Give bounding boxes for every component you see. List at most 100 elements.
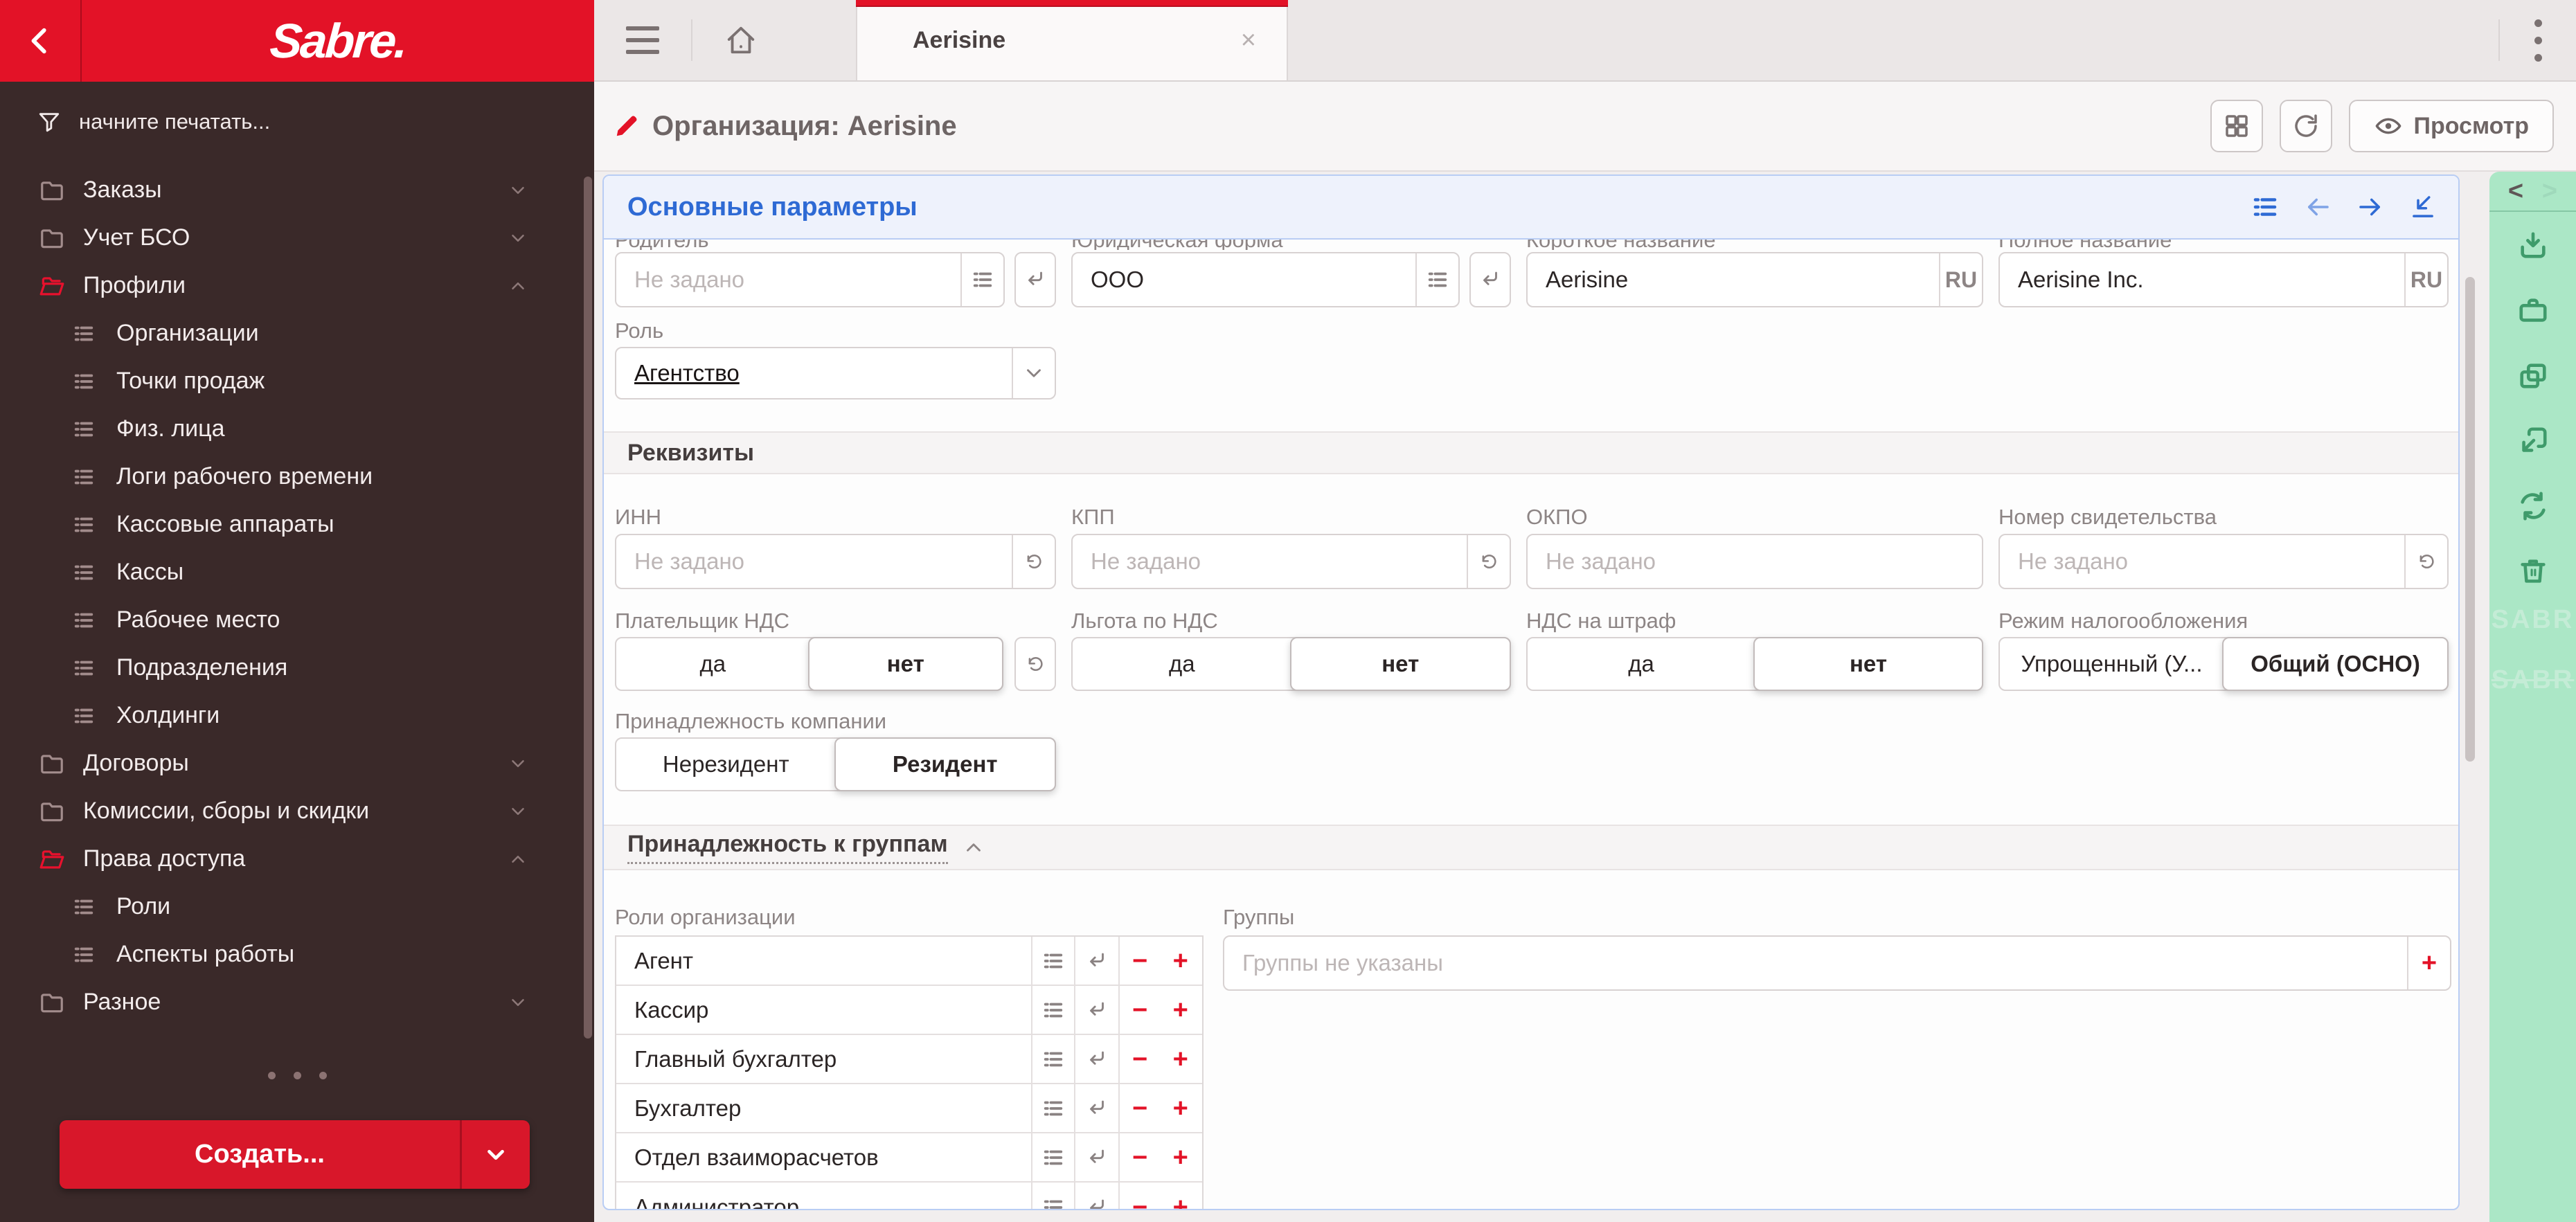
return-cell[interactable] (1074, 1035, 1118, 1083)
menu-suffix[interactable] (1415, 253, 1458, 306)
list-view-icon[interactable] (2251, 192, 2280, 222)
kebab-menu-button[interactable] (2500, 0, 2576, 80)
create-button[interactable]: Создать... (60, 1120, 460, 1189)
sidebar-item-orders[interactable]: Заказы (0, 166, 594, 214)
menu-cell[interactable] (1031, 1084, 1074, 1132)
toggle-option-yes[interactable]: да (616, 638, 810, 690)
groups-field[interactable]: + (1223, 935, 2451, 991)
add-button[interactable]: + (1161, 986, 1201, 1034)
undo-suffix[interactable] (1012, 535, 1055, 588)
sidebar-item-work-aspects[interactable]: Аспекты работы (0, 931, 594, 978)
home-button[interactable] (692, 0, 789, 80)
role-select[interactable]: Агентство (615, 347, 1056, 399)
export-icon[interactable] (2517, 425, 2549, 457)
menu-cell[interactable] (1031, 1183, 1074, 1209)
full-name-input[interactable] (2000, 253, 2404, 306)
sidebar-item-cash-desks[interactable]: Кассы (0, 548, 594, 596)
okpo-input[interactable] (1528, 535, 1982, 588)
remove-button[interactable]: − (1120, 1035, 1161, 1083)
return-cell[interactable] (1074, 937, 1118, 985)
collapse-sidebar-button[interactable] (0, 0, 82, 82)
toggle-option-no[interactable]: нет (1753, 637, 1983, 691)
trash-icon[interactable] (2517, 555, 2549, 587)
legal-form-input[interactable] (1073, 253, 1415, 306)
sidebar-item-workplace[interactable]: Рабочее место (0, 596, 594, 644)
full-name-field[interactable]: RU (1998, 252, 2449, 307)
remove-button[interactable]: − (1120, 1084, 1161, 1132)
create-dropdown-button[interactable] (460, 1120, 530, 1189)
tab-aerisine[interactable]: Aerisine × (856, 0, 1288, 80)
sidebar-item-points-of-sale[interactable]: Точки продаж (0, 357, 594, 405)
groups-input[interactable] (1224, 937, 2407, 989)
cert-input[interactable] (2000, 535, 2404, 588)
add-button[interactable]: + (1161, 1183, 1201, 1209)
menu-button[interactable] (594, 0, 691, 80)
cert-field[interactable] (1998, 534, 2449, 589)
remove-button[interactable]: − (1120, 1183, 1161, 1209)
toggle-option-general[interactable]: Общий (ОСНО) (2222, 637, 2449, 691)
short-name-input[interactable] (1528, 253, 1939, 306)
return-cell[interactable] (1074, 986, 1118, 1034)
toggle-option-nonresident[interactable]: Нерезидент (616, 739, 836, 790)
menu-cell[interactable] (1031, 937, 1074, 985)
copy-icon[interactable] (2517, 360, 2549, 392)
okpo-field[interactable] (1526, 534, 1983, 589)
add-group-suffix[interactable]: + (2407, 937, 2450, 989)
toggle-option-yes[interactable]: да (1073, 638, 1291, 690)
save-icon[interactable] (2517, 230, 2549, 262)
sidebar-item-organizations[interactable]: Организации (0, 309, 594, 357)
toggle-option-no[interactable]: нет (808, 637, 1004, 691)
short-name-field[interactable]: RU (1526, 252, 1983, 307)
briefcase-icon[interactable] (2517, 295, 2549, 327)
sidebar-item-cash-machines[interactable]: Кассовые аппараты (0, 501, 594, 548)
menu-cell[interactable] (1031, 1133, 1074, 1181)
lang-badge[interactable]: RU (2404, 253, 2447, 306)
inn-field[interactable] (615, 534, 1056, 589)
create-split-button[interactable]: Создать... (60, 1120, 530, 1189)
view-button[interactable]: Просмотр (2349, 100, 2554, 152)
sidebar-item-access-rights[interactable]: Права доступа (0, 835, 594, 883)
add-button[interactable]: + (1161, 1084, 1201, 1132)
content-scrollbar[interactable] (2465, 277, 2475, 762)
kpp-input[interactable] (1073, 535, 1467, 588)
section-title[interactable]: Принадлежность к группам (627, 831, 948, 864)
arrow-left-icon[interactable] (2303, 192, 2332, 222)
menu-cell[interactable] (1031, 1035, 1074, 1083)
refresh-button[interactable] (2280, 100, 2332, 152)
sidebar-item-divisions[interactable]: Подразделения (0, 644, 594, 692)
import-icon[interactable] (2408, 192, 2438, 222)
arrow-right-icon[interactable] (2356, 192, 2385, 222)
return-cell[interactable] (1074, 1133, 1118, 1181)
role-value[interactable]: Агентство (616, 360, 740, 386)
undo-suffix[interactable] (2404, 535, 2447, 588)
toggle-option-yes[interactable]: да (1528, 638, 1755, 690)
vat-payer-reset-button[interactable] (1014, 637, 1056, 691)
legal-form-field[interactable] (1071, 252, 1460, 307)
lang-badge[interactable]: RU (1939, 253, 1982, 306)
toggle-option-no[interactable]: нет (1290, 637, 1512, 691)
collapse-left-icon[interactable]: < (2508, 177, 2523, 206)
kpp-field[interactable] (1071, 534, 1511, 589)
sidebar-item-bso-accounting[interactable]: Учет БСО (0, 214, 594, 262)
legal-form-return-button[interactable] (1469, 252, 1511, 307)
toggle-option-simplified[interactable]: Упрощенный (У... (2000, 638, 2224, 690)
sidebar-scrollbar[interactable] (584, 177, 592, 1039)
add-button[interactable]: + (1161, 937, 1201, 985)
add-button[interactable]: + (1161, 1133, 1201, 1181)
close-icon[interactable]: × (1241, 27, 1256, 53)
remove-button[interactable]: − (1120, 986, 1161, 1034)
groups-section-header[interactable]: Принадлежность к группам (604, 825, 2458, 870)
sidebar-item-contracts[interactable]: Договоры (0, 739, 594, 787)
menu-cell[interactable] (1031, 986, 1074, 1034)
return-cell[interactable] (1074, 1084, 1118, 1132)
sidebar-item-holdings[interactable]: Холдинги (0, 692, 594, 739)
dropdown-suffix[interactable] (1012, 348, 1055, 398)
sidebar-item-profiles[interactable]: Профили (0, 262, 594, 309)
menu-suffix[interactable] (960, 253, 1003, 306)
parent-return-button[interactable] (1014, 252, 1056, 307)
add-button[interactable]: + (1161, 1035, 1201, 1083)
sidebar-item-roles[interactable]: Роли (0, 883, 594, 931)
sidebar-item-commissions[interactable]: Комиссии, сборы и скидки (0, 787, 594, 835)
grid-view-button[interactable] (2210, 100, 2263, 152)
remove-button[interactable]: − (1120, 937, 1161, 985)
